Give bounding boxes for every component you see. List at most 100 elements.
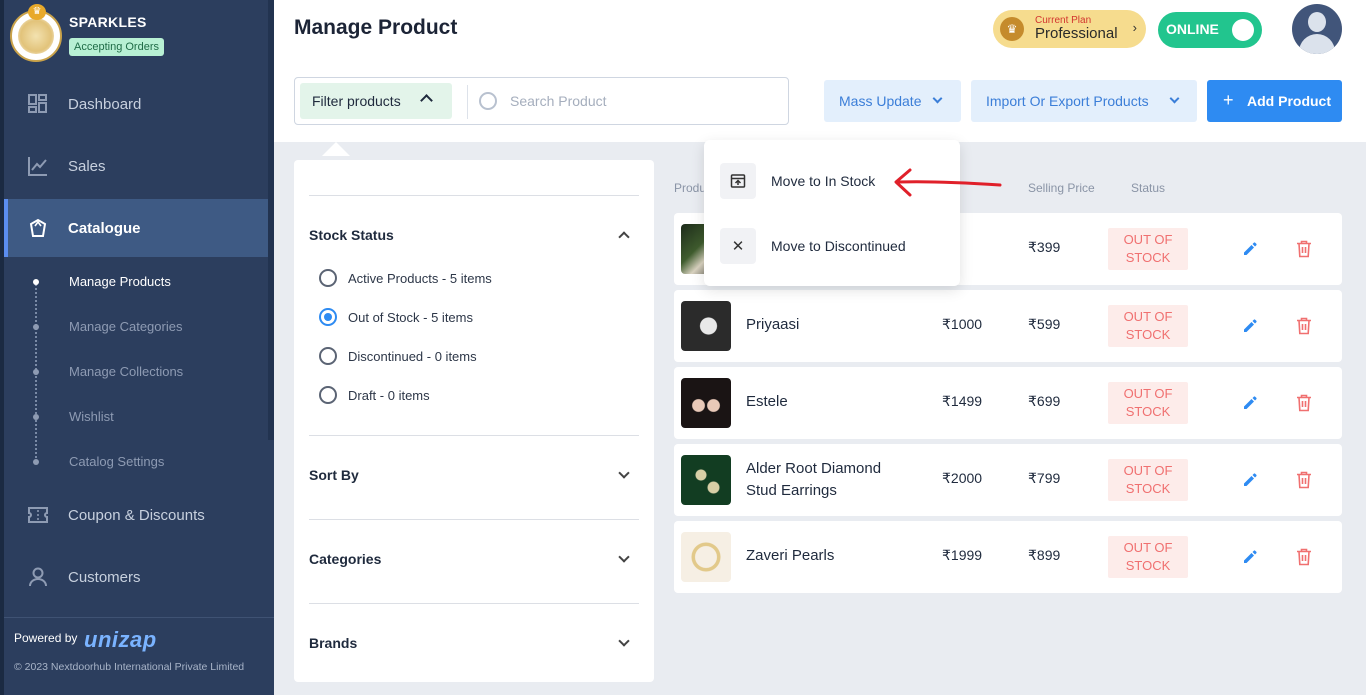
product-selling-price: ₹899 xyxy=(1028,547,1061,563)
product-name[interactable]: Priyaasi xyxy=(746,314,916,336)
delete-icon[interactable] xyxy=(1296,548,1312,566)
product-mrp: ₹1999 xyxy=(942,547,983,563)
plus-icon: + xyxy=(1223,90,1234,110)
product-mrp: ₹1000 xyxy=(942,316,983,332)
product-name[interactable]: Estele xyxy=(746,391,916,413)
stock-status-title[interactable]: Stock Status xyxy=(309,227,394,243)
menu-item-label: Move to In Stock xyxy=(771,173,876,189)
plan-crown-icon: ♛ xyxy=(1000,17,1024,41)
product-thumbnail xyxy=(681,532,731,582)
filter-search-box: Filter products xyxy=(294,77,789,125)
radio-button[interactable] xyxy=(319,347,337,365)
radio-button-checked[interactable] xyxy=(319,308,337,326)
product-selling-price: ₹399 xyxy=(1028,239,1061,255)
radio-out-of-stock[interactable]: Out of Stock - 5 items xyxy=(319,307,473,327)
status-badge: OUT OF STOCK xyxy=(1108,536,1188,578)
divider xyxy=(309,195,639,196)
add-product-label: Add Product xyxy=(1247,93,1331,109)
import-export-button[interactable]: Import Or Export Products xyxy=(971,80,1197,122)
sidebar-item-dashboard[interactable]: Dashboard xyxy=(4,75,268,133)
brands-title[interactable]: Brands xyxy=(309,635,357,651)
user-avatar[interactable] xyxy=(1292,4,1342,54)
coupon-icon xyxy=(27,504,49,526)
annotation-arrow-icon xyxy=(894,168,1002,197)
chevron-down-icon[interactable] xyxy=(618,467,630,479)
status-badge: OUT OF STOCK xyxy=(1108,459,1188,501)
close-icon: ✕ xyxy=(720,228,756,264)
chevron-down-icon[interactable] xyxy=(618,551,630,563)
filter-products-label: Filter products xyxy=(312,93,401,109)
column-header-status: Status xyxy=(1131,181,1166,195)
online-toggle[interactable]: ONLINE xyxy=(1158,12,1262,48)
unizap-logo: unizap xyxy=(84,627,157,652)
store-name: SPARKLES xyxy=(69,14,147,30)
chevron-down-icon[interactable] xyxy=(618,635,630,647)
product-mrp: ₹2000 xyxy=(942,470,983,486)
sidebar: ♛ SPARKLES Accepting Orders Dashboard Sa… xyxy=(0,0,274,695)
menu-item-move-to-discontinued[interactable]: ✕ Move to Discontinued xyxy=(720,228,950,264)
submenu-catalog-settings[interactable]: Catalog Settings xyxy=(69,454,164,469)
submenu-manage-collections[interactable]: Manage Collections xyxy=(69,364,183,379)
sidebar-item-catalogue[interactable]: Catalogue xyxy=(4,199,268,257)
search-divider xyxy=(467,85,468,119)
search-icon xyxy=(479,92,497,110)
top-header: Manage Product ♛ Current Plan Profession… xyxy=(274,0,1366,60)
copyright-text: © 2023 Nextdoorhub International Private… xyxy=(14,661,245,673)
radio-button[interactable] xyxy=(319,269,337,287)
store-brand[interactable]: ♛ SPARKLES Accepting Orders xyxy=(10,4,270,64)
mass-update-button[interactable]: Mass Update xyxy=(824,80,961,122)
chevron-right-icon: › xyxy=(1132,20,1137,35)
toggle-knob xyxy=(1232,19,1254,41)
current-plan-button[interactable]: ♛ Current Plan Professional › xyxy=(993,10,1146,48)
divider xyxy=(309,603,639,604)
search-input[interactable] xyxy=(510,86,770,116)
categories-title[interactable]: Categories xyxy=(309,551,381,567)
product-name[interactable]: Alder Root Diamond Stud Earrings xyxy=(746,458,916,502)
delete-icon[interactable] xyxy=(1296,471,1312,489)
store-status-badge: Accepting Orders xyxy=(69,38,164,56)
submenu-manage-products[interactable]: Manage Products xyxy=(69,274,171,289)
delete-icon[interactable] xyxy=(1296,240,1312,258)
sidebar-item-label: Coupon & Discounts xyxy=(68,506,205,524)
sidebar-item-label: Dashboard xyxy=(68,95,142,113)
table-row[interactable]: Priyaasi ₹1000 ₹599 OUT OF STOCK xyxy=(674,290,1342,362)
edit-icon[interactable] xyxy=(1242,318,1258,334)
import-export-label: Import Or Export Products xyxy=(986,93,1149,109)
dropdown-caret xyxy=(895,128,919,140)
status-badge: OUT OF STOCK xyxy=(1108,382,1188,424)
online-label: ONLINE xyxy=(1166,21,1219,37)
chevron-up-icon[interactable] xyxy=(618,231,630,243)
radio-button[interactable] xyxy=(319,386,337,404)
submenu-dot xyxy=(33,459,39,465)
edit-icon[interactable] xyxy=(1242,241,1258,257)
edit-icon[interactable] xyxy=(1242,395,1258,411)
toolbar: Filter products Mass Update Import Or Ex… xyxy=(274,60,1366,142)
submenu-dot xyxy=(33,324,39,330)
sort-by-title[interactable]: Sort By xyxy=(309,467,359,483)
sidebar-item-label: Catalogue xyxy=(68,219,141,237)
sidebar-item-coupon-discounts[interactable]: Coupon & Discounts xyxy=(4,486,268,544)
edit-icon[interactable] xyxy=(1242,472,1258,488)
delete-icon[interactable] xyxy=(1296,317,1312,335)
delete-icon[interactable] xyxy=(1296,394,1312,412)
radio-discontinued[interactable]: Discontinued - 0 items xyxy=(319,346,477,366)
sidebar-item-customers[interactable]: Customers xyxy=(4,548,268,606)
mass-update-menu: Move to In Stock ✕ Move to Discontinued xyxy=(704,140,960,286)
add-product-button[interactable]: + Add Product xyxy=(1207,80,1342,122)
catalogue-icon xyxy=(27,217,49,239)
column-header-selling-price: Selling Price xyxy=(1028,181,1095,195)
radio-active-products[interactable]: Active Products - 5 items xyxy=(319,268,492,288)
sidebar-item-label: Customers xyxy=(68,568,141,586)
edit-icon[interactable] xyxy=(1242,549,1258,565)
product-thumbnail xyxy=(681,378,731,428)
radio-draft[interactable]: Draft - 0 items xyxy=(319,385,430,405)
sidebar-item-sales[interactable]: Sales xyxy=(4,137,268,195)
table-row[interactable]: Alder Root Diamond Stud Earrings ₹2000 ₹… xyxy=(674,444,1342,516)
table-row[interactable]: Zaveri Pearls ₹1999 ₹899 OUT OF STOCK xyxy=(674,521,1342,593)
product-name[interactable]: Zaveri Pearls xyxy=(746,545,916,567)
filter-products-button[interactable]: Filter products xyxy=(300,83,452,119)
product-thumbnail xyxy=(681,301,731,351)
submenu-manage-categories[interactable]: Manage Categories xyxy=(69,319,182,334)
table-row[interactable]: Estele ₹1499 ₹699 OUT OF STOCK xyxy=(674,367,1342,439)
submenu-wishlist[interactable]: Wishlist xyxy=(69,409,114,424)
